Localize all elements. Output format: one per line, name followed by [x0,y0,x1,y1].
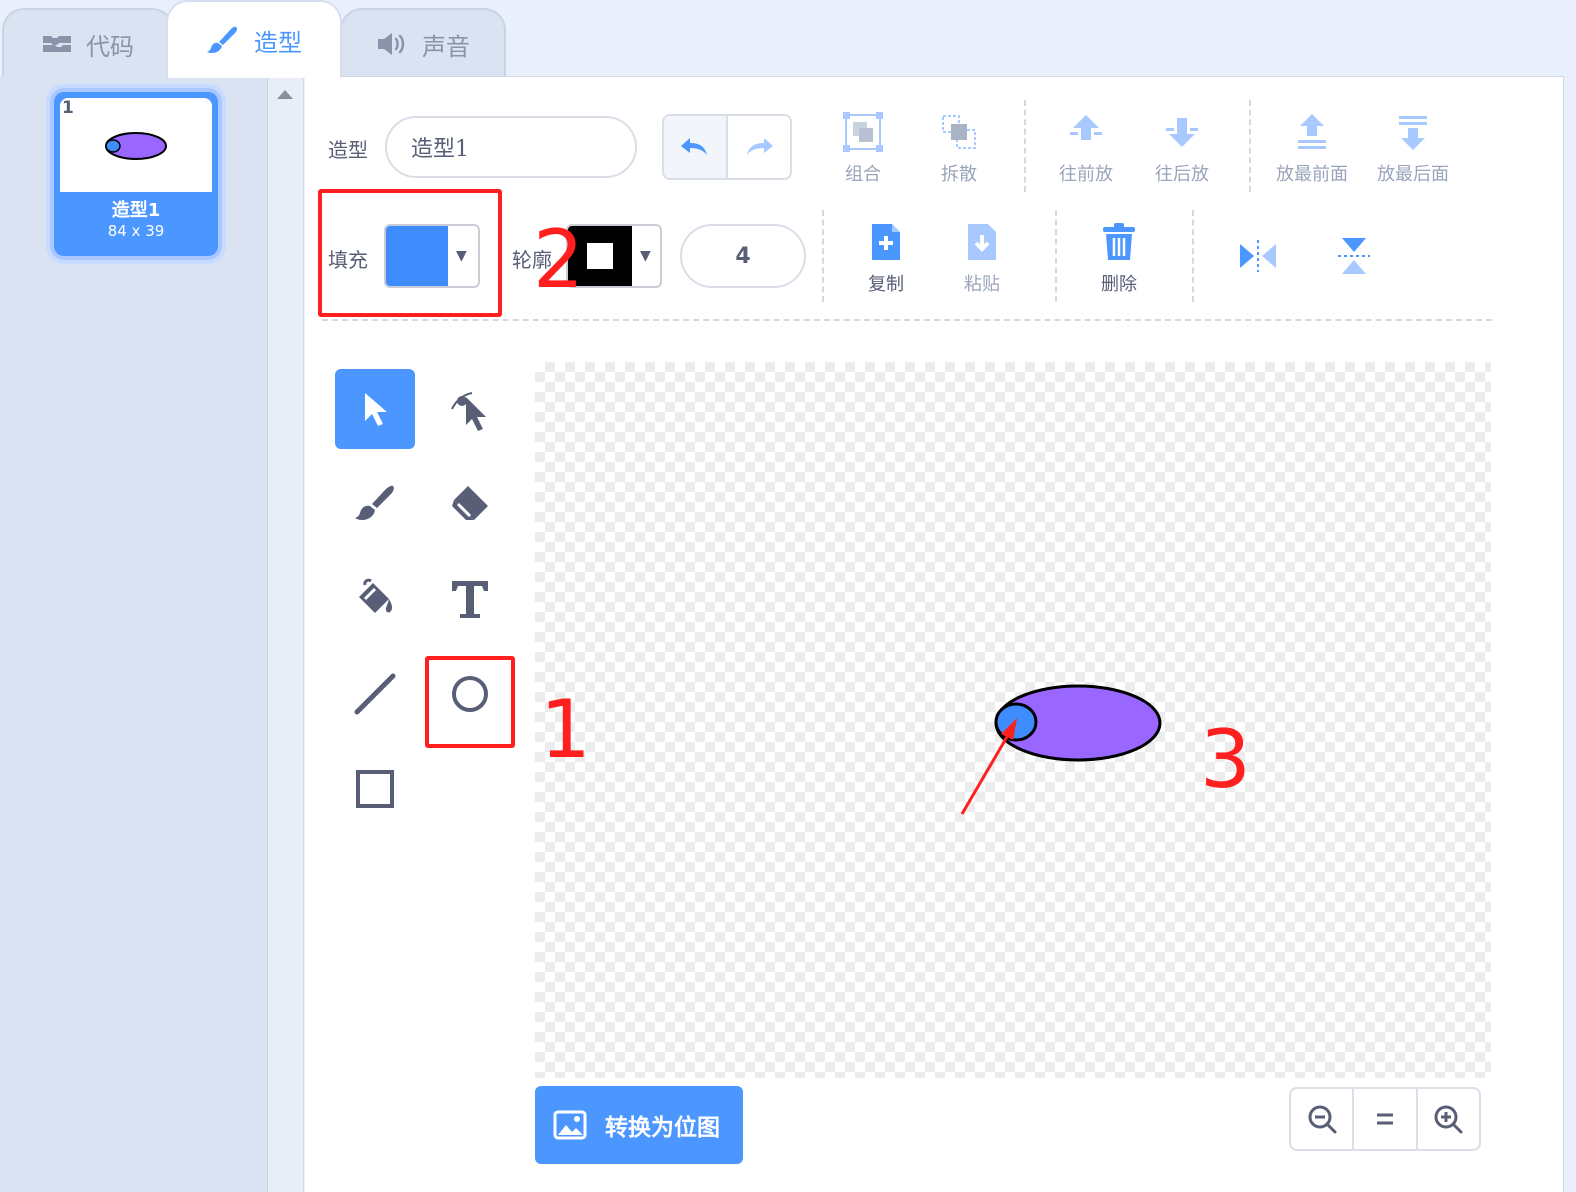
eraser-icon [452,486,488,520]
fill-bucket-icon [359,578,393,613]
paste-icon [968,224,996,260]
zoom-in-icon [1434,1105,1463,1134]
ungroup-icon [942,115,976,149]
outline-width-input[interactable]: 4 [680,224,806,288]
toolbar-divider-horizontal [322,319,1492,321]
paintbrush-icon [206,25,240,55]
text-icon [452,581,488,618]
flip-horizontal-button[interactable] [1238,236,1278,276]
delete-button[interactable]: 删除 [1100,222,1138,296]
copy-icon [872,224,900,260]
scroll-up-icon[interactable] [277,90,293,99]
forward-button[interactable]: 往前放 [1059,112,1113,186]
arrow-up-icon [1070,115,1102,140]
toolbar-divider [1055,210,1057,302]
annotation-number-2: 2 [533,213,584,306]
rectangle-tool[interactable] [335,749,415,829]
group-label: 组合 [845,164,881,185]
flip-vertical-button[interactable] [1334,236,1374,276]
tab-sounds-label: 声音 [422,32,470,61]
flip-vertical-icon [1338,238,1370,274]
eraser-tool[interactable] [430,464,510,544]
copy-label: 复制 [868,274,904,295]
front-button[interactable]: 放最前面 [1276,112,1348,186]
undo-button[interactable] [664,116,728,178]
bring-to-front-icon [1298,114,1326,149]
drawing-canvas[interactable] [535,362,1491,1078]
undo-icon [681,138,707,155]
costume-card-selected[interactable]: 1 造型1 84 x 39 [50,88,222,260]
trash-icon [1103,223,1135,260]
delete-label: 删除 [1101,274,1137,295]
line-icon [354,673,396,715]
costume-name-input[interactable]: 造型1 [385,116,637,178]
backward-label: 往后放 [1155,164,1209,185]
arrow-down-icon [1166,118,1198,147]
toolbar-divider [1024,100,1026,192]
back-label: 放最后面 [1377,164,1449,185]
equals-icon [1376,1113,1393,1125]
back-button[interactable]: 放最后面 [1377,112,1449,186]
convert-to-bitmap-label: 转换为位图 [605,1115,720,1141]
editor-tab-bar: 代码 造型 声音 [0,0,1576,78]
tab-code[interactable]: 代码 [2,8,174,78]
reshape-icon [451,392,486,431]
redo-icon [747,138,773,155]
speaker-icon [376,31,408,57]
fill-tool[interactable] [335,559,415,639]
group-button[interactable]: 组合 [843,112,883,186]
zoom-out-button[interactable] [1291,1089,1355,1149]
zoom-controls [1289,1087,1481,1151]
paste-label: 粘贴 [964,274,1000,295]
toolbar-divider [822,210,824,302]
costume-thumbnail [60,98,212,192]
toolbar-divider [1249,100,1251,192]
costume-name-label: 造型 [328,138,368,162]
tab-code-label: 代码 [86,32,134,61]
tab-costumes-label: 造型 [254,28,302,57]
rectangle-icon [356,770,394,808]
annotation-number-1: 1 [540,683,591,776]
copy-button[interactable]: 复制 [868,222,904,296]
costume-list-scrollbar[interactable] [268,76,304,1192]
send-to-back-icon [1399,116,1427,150]
forward-label: 往前放 [1059,164,1113,185]
flip-horizontal-icon [1240,240,1276,272]
undo-redo-group [662,114,792,180]
convert-to-bitmap-button[interactable]: 转换为位图 [535,1086,743,1164]
toolbar-divider [1192,210,1194,302]
text-tool[interactable] [430,559,510,639]
annotation-box-fill [318,189,502,317]
brush-icon [355,485,394,520]
costume-number: 1 [62,98,74,118]
select-icon [365,393,387,426]
line-tool[interactable] [335,654,415,734]
ungroup-label: 拆散 [941,164,977,185]
tab-sounds[interactable]: 声音 [340,8,506,78]
redo-button[interactable] [728,116,790,178]
reshape-tool[interactable] [430,369,510,449]
annotation-box-circle-tool [425,656,515,748]
stage-edge [1563,76,1576,1192]
costume-name: 造型1 [111,200,161,221]
brush-tool[interactable] [335,464,415,544]
annotation-number-3: 3 [1200,713,1251,806]
costume-size: 84 x 39 [107,222,165,240]
group-icon [843,112,883,152]
code-blocks-icon [42,33,72,55]
select-tool[interactable] [335,369,415,449]
front-label: 放最前面 [1276,164,1348,185]
paste-button[interactable]: 粘贴 [964,222,1000,296]
zoom-out-icon [1308,1105,1337,1134]
backward-button[interactable]: 往后放 [1155,112,1209,186]
image-icon [553,1110,587,1140]
tab-costumes[interactable]: 造型 [166,0,342,78]
annotation-arrow [960,718,1017,815]
ungroup-button[interactable]: 拆散 [939,112,979,186]
dropdown-caret-icon: ▼ [640,248,651,264]
zoom-in-button[interactable] [1418,1089,1479,1149]
zoom-reset-button[interactable] [1354,1089,1418,1149]
